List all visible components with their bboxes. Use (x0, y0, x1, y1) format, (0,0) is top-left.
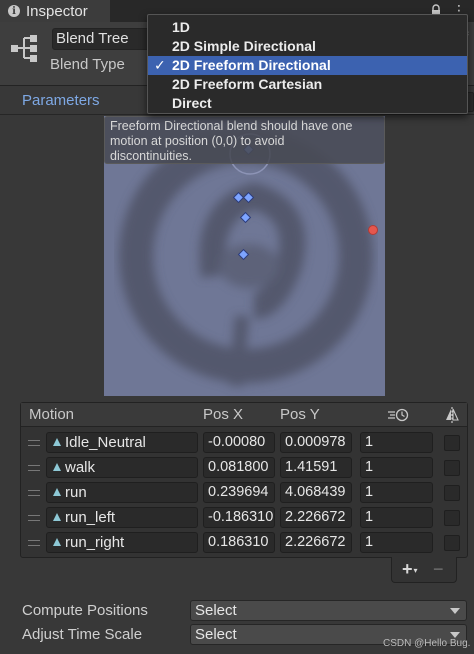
pos-y-field[interactable]: 2.226672 (280, 532, 352, 553)
animation-clip-icon (53, 438, 61, 446)
motion-row: run_right 0.186310 2.226672 1 (21, 531, 467, 556)
blend-tree-icon (11, 35, 37, 62)
time-scale-field[interactable]: 1 (360, 457, 433, 478)
warning-text: motion at position (0,0) to avoid (110, 134, 285, 148)
freeform-warning-box: Freeform Directional blend should have o… (104, 116, 385, 164)
dropdown-item-2d-simple-directional[interactable]: 2D Simple Directional (148, 37, 467, 56)
select-value: Select (195, 602, 237, 619)
clip-name: run (65, 484, 87, 501)
motion-row: run_left -0.186310 2.226672 1 (21, 506, 467, 531)
parameters-tab[interactable]: Parameters (22, 92, 100, 109)
motion-row: walk 0.081800 1.41591 1 (21, 456, 467, 481)
animation-clip-icon (53, 488, 61, 496)
animation-clip-icon (53, 538, 61, 546)
dropdown-item-label: Direct (172, 95, 212, 111)
pos-y-column-header: Pos Y (280, 406, 320, 423)
pos-x-field[interactable]: 0.239694 (203, 482, 275, 503)
time-scale-field[interactable]: 1 (360, 507, 433, 528)
mirror-checkbox[interactable] (444, 485, 460, 501)
motion-clip-field[interactable]: run_left (46, 507, 219, 528)
pos-y-field[interactable]: 2.226672 (280, 507, 352, 528)
drag-handle-icon[interactable] (28, 515, 40, 521)
dropdown-item-label: 2D Freeform Cartesian (172, 76, 323, 92)
pos-x-field[interactable]: 0.186310 (203, 532, 275, 553)
clip-name: walk (65, 459, 96, 476)
motion-clip-field[interactable]: Idle_Neutral (46, 432, 219, 453)
motion-column-header: Motion (29, 406, 75, 423)
clip-name: Idle_Neutral (65, 434, 146, 451)
pos-x-field[interactable]: -0.186310 (203, 507, 275, 528)
warning-text: discontinuities. (110, 149, 192, 163)
drag-handle-icon[interactable] (28, 440, 40, 446)
add-label: + (402, 559, 413, 579)
mirror-checkbox[interactable] (444, 435, 460, 451)
divider (0, 114, 474, 115)
pos-y-field[interactable]: 1.41591 (280, 457, 352, 478)
animation-clip-icon (53, 463, 61, 471)
mirror-checkbox[interactable] (444, 510, 460, 526)
drag-handle-icon[interactable] (28, 540, 40, 546)
dropdown-item-1d[interactable]: 1D (148, 18, 467, 37)
pos-x-field[interactable]: -0.00080 (203, 432, 275, 453)
chevron-down-icon (450, 608, 460, 614)
dropdown-item-2d-freeform-cartesian[interactable]: 2D Freeform Cartesian (148, 75, 467, 94)
compute-positions-select[interactable]: Select (190, 600, 467, 621)
blend-type-label: Blend Type (50, 56, 125, 73)
motion-clip-field[interactable]: run (46, 482, 219, 503)
pos-x-column-header: Pos X (203, 406, 244, 423)
tab-inspector-label: Inspector (26, 2, 88, 20)
check-icon: ✓ (154, 57, 166, 73)
motion-clip-field[interactable]: walk (46, 457, 219, 478)
drag-handle-icon[interactable] (28, 465, 40, 471)
info-icon: i (8, 5, 20, 17)
pos-y-field[interactable]: 0.000978 (280, 432, 352, 453)
pos-x-field[interactable]: 0.081800 (203, 457, 275, 478)
motion-clip-field[interactable]: run_right (46, 532, 219, 553)
motion-list-header: Motion Pos X Pos Y (21, 403, 467, 427)
time-speed-icon (388, 408, 409, 422)
mirror-checkbox[interactable] (444, 535, 460, 551)
time-scale-field[interactable]: 1 (360, 482, 433, 503)
motion-list: Motion Pos X Pos Y Idle_Neutral -0.00080… (20, 402, 468, 558)
drag-handle-icon[interactable] (28, 490, 40, 496)
dropdown-item-label: 2D Freeform Directional (172, 57, 331, 73)
dropdown-item-label: 1D (172, 19, 190, 35)
motion-row: run 0.239694 4.068439 1 (21, 481, 467, 506)
time-scale-field[interactable]: 1 (360, 532, 433, 553)
motion-row: Idle_Neutral -0.00080 0.000978 1 (21, 431, 467, 456)
select-value: Select (195, 626, 237, 643)
animation-clip-icon (53, 513, 61, 521)
chevron-down-icon: ▾ (413, 566, 418, 575)
watermark: CSDN @Hello Bug. (383, 638, 471, 649)
add-motion-button[interactable]: +▾ (402, 559, 418, 580)
mirror-icon (446, 407, 459, 423)
adjust-time-scale-label: Adjust Time Scale (22, 626, 143, 643)
compute-positions-label: Compute Positions (22, 602, 148, 619)
tab-inspector[interactable]: i Inspector (0, 0, 110, 22)
current-parameter-marker[interactable] (368, 225, 378, 235)
pos-y-field[interactable]: 4.068439 (280, 482, 352, 503)
time-scale-field[interactable]: 1 (360, 432, 433, 453)
dropdown-item-label: 2D Simple Directional (172, 38, 316, 54)
dropdown-item-2d-freeform-directional[interactable]: ✓ 2D Freeform Directional (148, 56, 467, 75)
dropdown-item-direct[interactable]: Direct (148, 94, 467, 113)
remove-motion-button[interactable]: − (433, 559, 444, 580)
blend-type-dropdown-menu: 1D 2D Simple Directional ✓ 2D Freeform Di… (147, 14, 468, 114)
clip-name: run_left (65, 509, 116, 526)
clip-name: run_right (65, 534, 125, 551)
mirror-checkbox[interactable] (444, 460, 460, 476)
warning-text: Freeform Directional blend should have o… (110, 119, 353, 133)
list-add-remove-footer: +▾ − (391, 557, 457, 583)
